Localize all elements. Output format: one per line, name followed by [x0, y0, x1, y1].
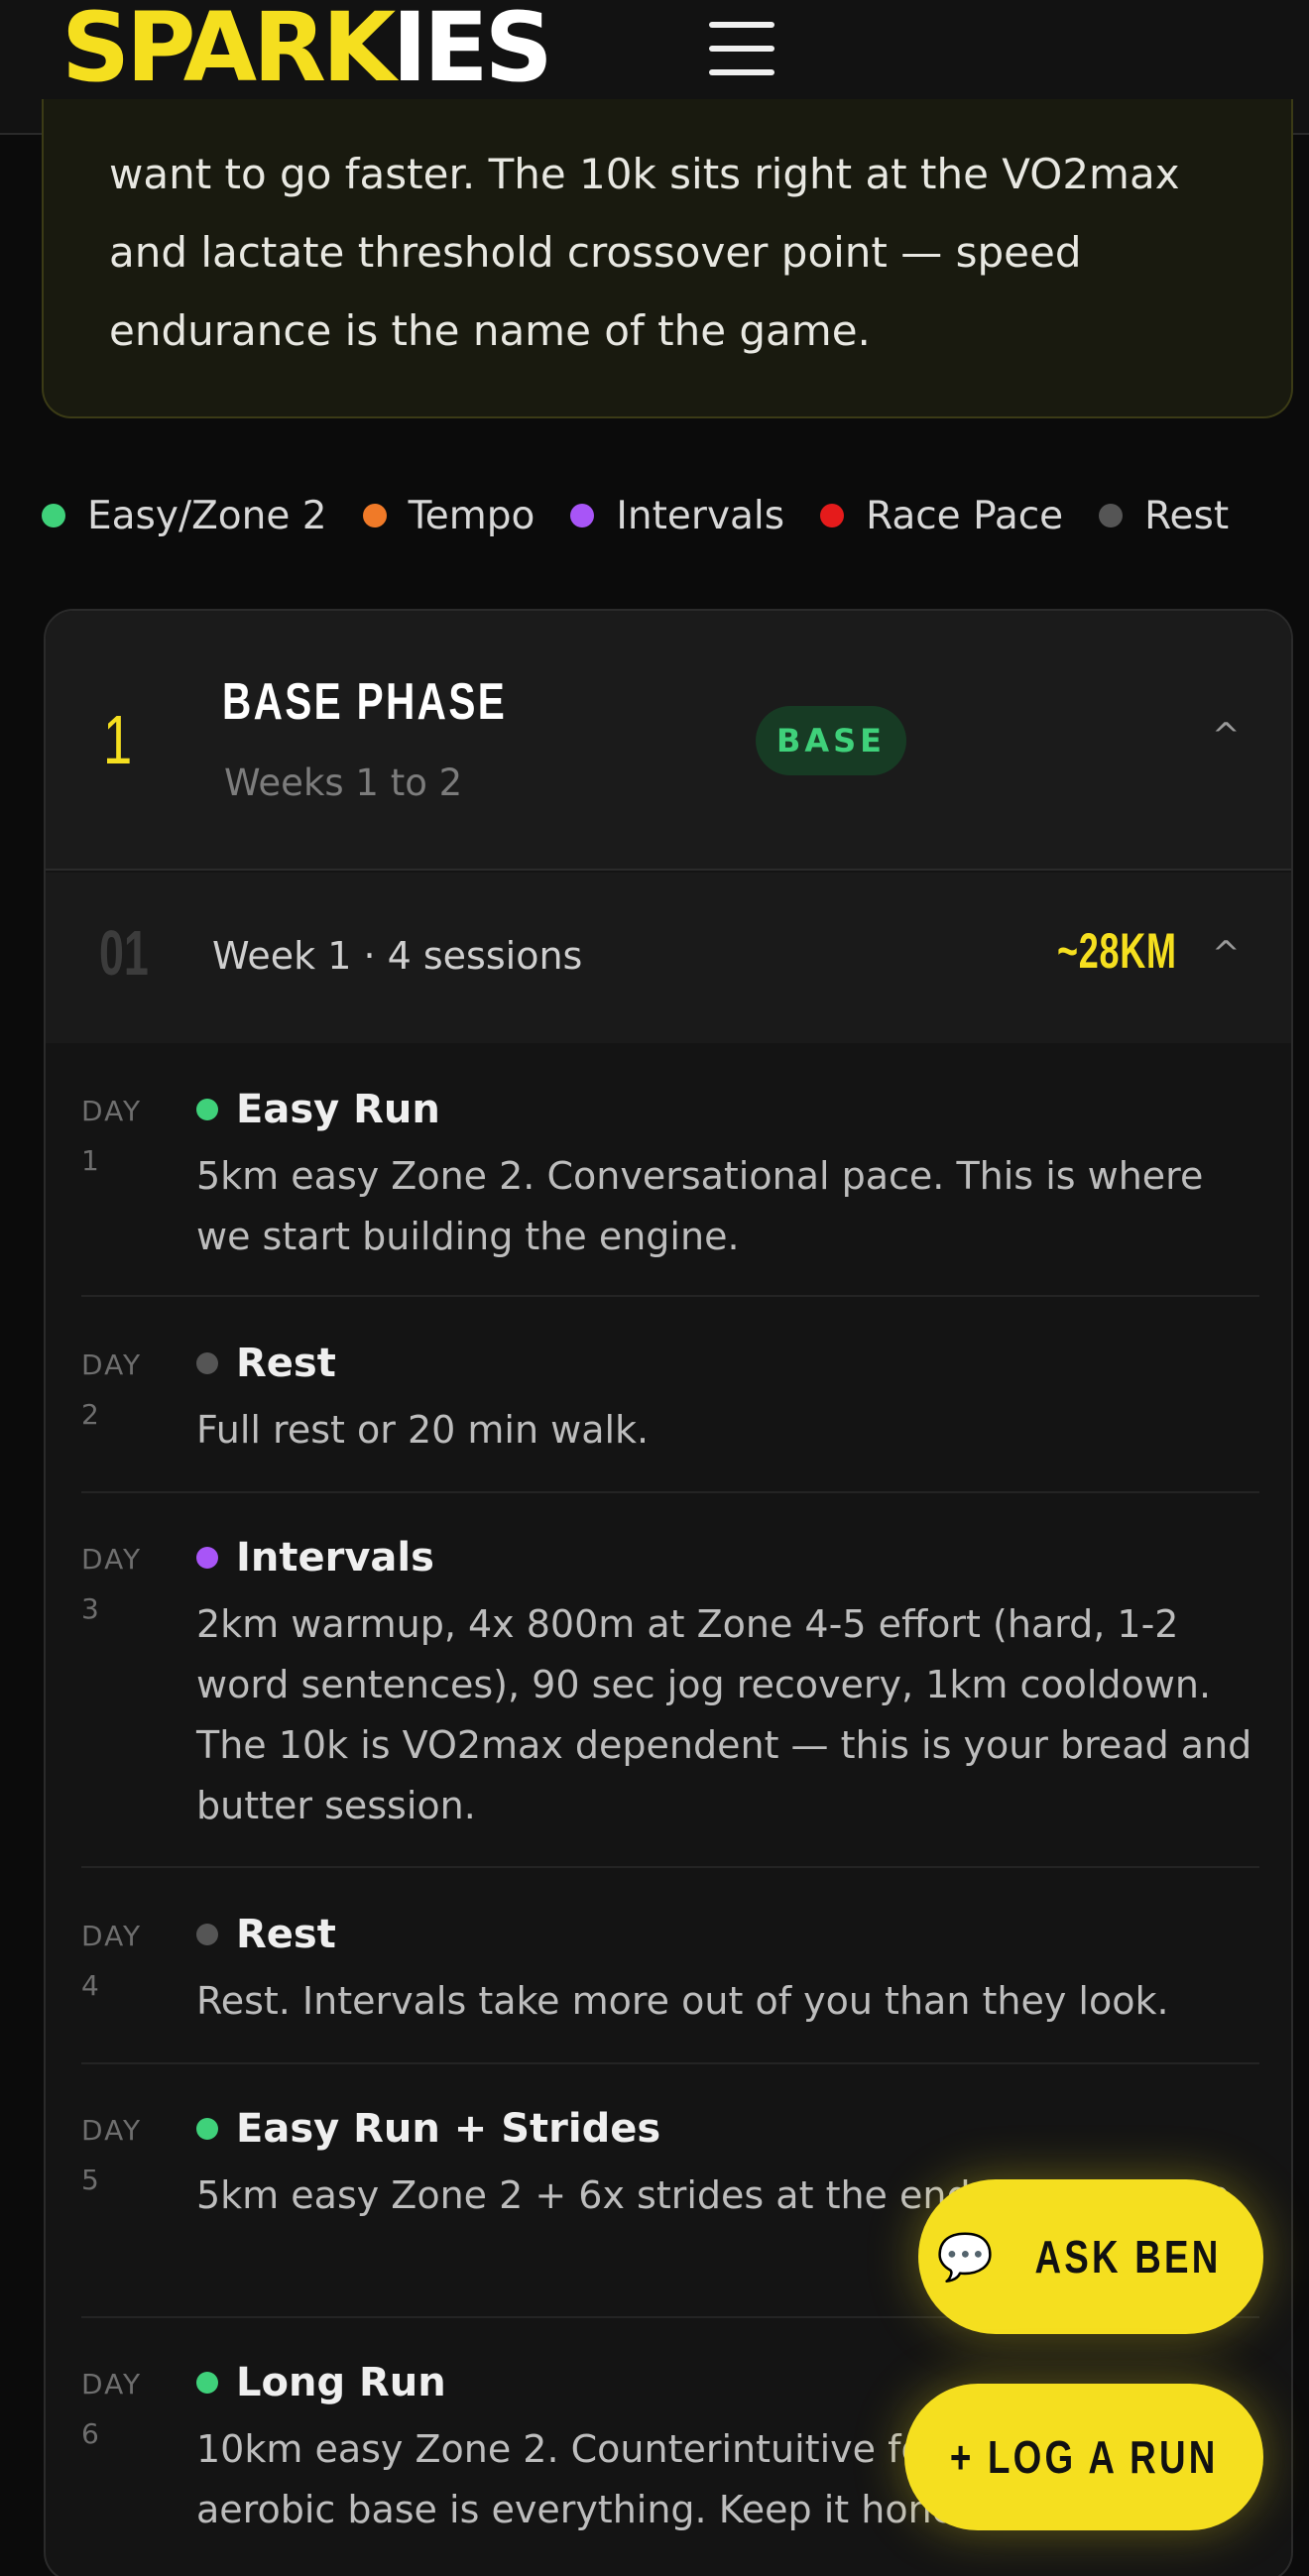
workout-legend: Easy/Zone 2 Tempo Intervals Race Pace Re…	[42, 486, 1264, 545]
workout-description: Full rest or 20 min walk.	[196, 1408, 650, 1452]
workout-title: Easy Run + Strides	[196, 2106, 660, 2152]
phase-title: BASE PHASE	[222, 673, 508, 731]
green-dot-icon	[196, 2372, 218, 2394]
day-label: DAY 6	[81, 2368, 143, 2450]
day-label: DAY 4	[81, 1920, 143, 2002]
logo-part-2: IES	[392, 0, 552, 103]
workout-title: Easy Run	[196, 1087, 440, 1132]
workout-title: Rest	[196, 1341, 336, 1386]
chevron-up-icon[interactable]: ^	[1212, 716, 1241, 756]
week-label: Week 1 · 4 sessions	[212, 934, 583, 978]
legend-label: Easy/Zone 2	[87, 493, 327, 538]
log-a-run-button[interactable]: + LOG A RUN	[904, 2384, 1263, 2530]
day-row[interactable]: DAY 1 Easy Run 5km easy Zone 2. Conversat…	[81, 1087, 1259, 1297]
day-row[interactable]: DAY 4 Rest Rest. Intervals take more out …	[81, 1912, 1259, 2064]
intro-text: want to go faster. The 10k sits right at…	[109, 150, 1180, 355]
legend-label: Rest	[1144, 493, 1230, 538]
intro-card: want to go faster. The 10k sits right at…	[42, 99, 1293, 418]
phase-badge: BASE	[756, 706, 906, 775]
legend-label: Intervals	[616, 493, 785, 538]
legend-item-tempo: Tempo	[362, 493, 536, 538]
legend-item-easy: Easy/Zone 2	[42, 494, 327, 538]
workout-title: Intervals	[196, 1535, 434, 1581]
speech-bubble-icon: 💬	[936, 2230, 999, 2283]
phase-header[interactable]: 1 BASE PHASE Weeks 1 to 2 BASE ^	[46, 611, 1291, 871]
day-row[interactable]: DAY 2 Rest Full rest or 20 min walk.	[81, 1341, 1259, 1493]
workout-title: Long Run	[196, 2360, 446, 2405]
legend-item-intervals: Intervals	[570, 494, 784, 538]
orange-dot-icon	[362, 504, 387, 527]
day-label: DAY 2	[81, 1348, 143, 1431]
phase-subtitle: Weeks 1 to 2	[224, 761, 463, 804]
legend-item-rest: Rest	[1099, 494, 1229, 538]
purple-dot-icon	[570, 504, 595, 527]
week-header[interactable]: 01 Week 1 · 4 sessions ~28KM ^	[46, 873, 1291, 1043]
day-label: DAY 3	[81, 1543, 143, 1625]
week-distance: ~28KM	[1057, 923, 1177, 979]
week-number: 01	[99, 917, 149, 989]
phase-number: 1	[103, 701, 133, 778]
green-dot-icon	[42, 504, 65, 527]
log-a-run-label: + LOG A RUN	[949, 2431, 1219, 2483]
workout-description: 5km easy Zone 2. Conversational pace. Th…	[196, 1154, 1204, 1258]
workout-title: Rest	[196, 1912, 336, 1957]
day-row[interactable]: DAY 3 Intervals 2km warmup, 4x 800m at Zo…	[81, 1535, 1259, 1868]
day-label: DAY 5	[81, 2114, 143, 2196]
legend-item-race-pace: Race Pace	[820, 494, 1063, 538]
day-label: DAY 1	[81, 1095, 143, 1177]
green-dot-icon	[196, 2118, 218, 2140]
purple-dot-icon	[196, 1547, 218, 1569]
ask-ben-label: ASK BEN	[1034, 2231, 1222, 2283]
logo-part-1: SPARK	[61, 0, 396, 103]
workout-description: 2km warmup, 4x 800m at Zone 4-5 effort (…	[196, 1602, 1252, 1827]
sparkies-logo[interactable]: SPARKIES	[61, 0, 553, 95]
green-dot-icon	[196, 1099, 218, 1120]
chevron-up-icon[interactable]: ^	[1212, 934, 1241, 974]
red-dot-icon	[820, 504, 845, 527]
workout-description: Rest. Intervals take more out of you tha…	[196, 1979, 1169, 2023]
gray-dot-icon	[196, 1924, 218, 1945]
hamburger-menu-icon[interactable]	[709, 22, 774, 75]
legend-label: Race Pace	[866, 493, 1064, 538]
gray-dot-icon	[1099, 504, 1124, 527]
legend-label: Tempo	[408, 493, 536, 538]
ask-ben-button[interactable]: 💬 ASK BEN	[918, 2179, 1263, 2334]
gray-dot-icon	[196, 1352, 218, 1374]
